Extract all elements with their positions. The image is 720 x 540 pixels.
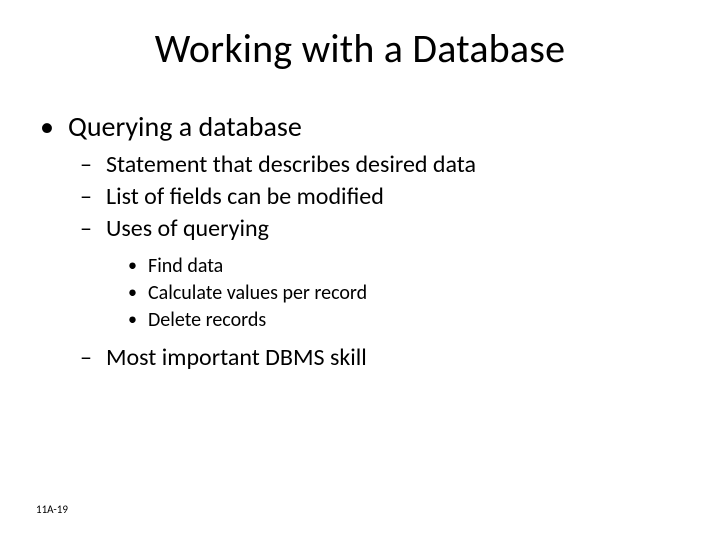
bullet-l2: Uses of querying bbox=[36, 214, 684, 244]
slide-number: 11A-19 bbox=[36, 503, 68, 516]
slide-title: Working with a Database bbox=[36, 24, 684, 73]
bullet-l3: Calculate values per record bbox=[36, 281, 684, 306]
bullet-l3: Find data bbox=[36, 254, 684, 279]
bullet-l2: Most important DBMS skill bbox=[36, 343, 684, 373]
bullet-l2: Statement that describes desired data bbox=[36, 150, 684, 180]
bullet-l3: Delete records bbox=[36, 308, 684, 333]
bullet-l2: List of fields can be modified bbox=[36, 182, 684, 212]
bullet-list: Querying a database Statement that descr… bbox=[36, 109, 684, 373]
bullet-l1: Querying a database bbox=[36, 109, 684, 144]
slide: Working with a Database Querying a datab… bbox=[0, 0, 720, 540]
